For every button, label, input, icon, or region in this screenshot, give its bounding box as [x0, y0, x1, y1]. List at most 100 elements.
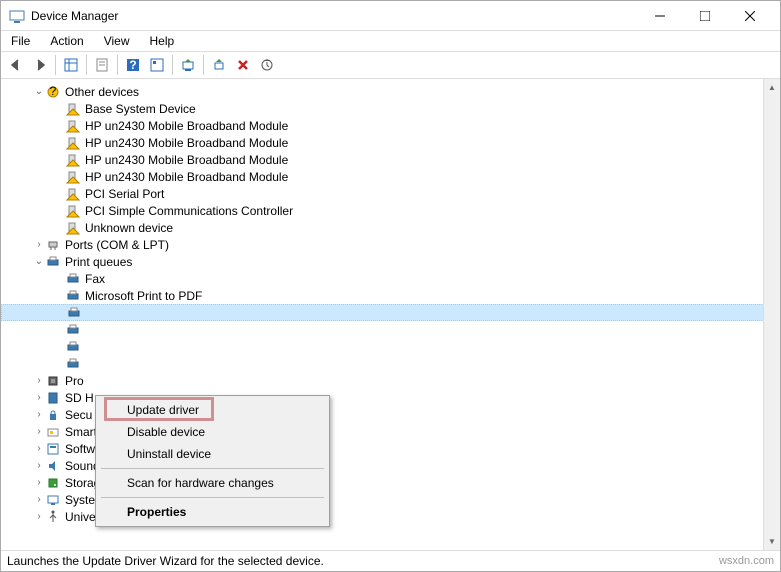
- title-bar: Device Manager: [1, 1, 780, 31]
- enable-device-button[interactable]: [208, 54, 230, 76]
- warning-device-icon: [65, 152, 81, 168]
- tree-label: PCI Serial Port: [85, 187, 164, 201]
- tree-node-ports[interactable]: ›Ports (COM & LPT): [1, 236, 780, 253]
- tree-label: Secu: [65, 408, 92, 422]
- tree-node-processors[interactable]: › Pro: [1, 372, 780, 389]
- show-hide-tree-button[interactable]: [60, 54, 82, 76]
- tree-item-selected[interactable]: [1, 304, 780, 321]
- security-icon: [45, 407, 61, 423]
- menu-item-scan-hardware[interactable]: Scan for hardware changes: [99, 472, 326, 494]
- tree-item[interactable]: [1, 355, 780, 372]
- smartcard-icon: [45, 424, 61, 440]
- tree-item[interactable]: [1, 338, 780, 355]
- menu-item-label: Uninstall device: [127, 447, 211, 461]
- menu-item-disable-device[interactable]: Disable device: [99, 421, 326, 443]
- forward-button[interactable]: [29, 54, 51, 76]
- status-text: Launches the Update Driver Wizard for th…: [7, 554, 324, 568]
- tree-label: Print queues: [65, 255, 132, 269]
- tree-label: SD H: [65, 391, 94, 405]
- printer-icon: [65, 356, 81, 372]
- chevron-right-icon[interactable]: ›: [33, 443, 45, 454]
- menu-file[interactable]: File: [7, 32, 34, 50]
- menu-item-properties[interactable]: Properties: [99, 501, 326, 523]
- chevron-right-icon[interactable]: ›: [33, 477, 45, 488]
- chevron-right-icon[interactable]: ›: [33, 409, 45, 420]
- tree-item[interactable]: HP un2430 Mobile Broadband Module: [1, 117, 780, 134]
- warning-device-icon: [65, 135, 81, 151]
- chevron-right-icon[interactable]: ›: [33, 239, 45, 250]
- system-icon: [45, 492, 61, 508]
- tree-label: Fax: [85, 272, 105, 286]
- menu-item-uninstall-device[interactable]: Uninstall device: [99, 443, 326, 465]
- tree-node-print-queues[interactable]: ⌄ Print queues: [1, 253, 780, 270]
- tree-item[interactable]: PCI Serial Port: [1, 185, 780, 202]
- vertical-scrollbar[interactable]: ▲ ▼: [763, 79, 780, 550]
- menu-view[interactable]: View: [100, 32, 134, 50]
- tree-item[interactable]: HP un2430 Mobile Broadband Module: [1, 168, 780, 185]
- chevron-right-icon[interactable]: ›: [33, 511, 45, 522]
- tree-item[interactable]: HP un2430 Mobile Broadband Module: [1, 134, 780, 151]
- properties-button[interactable]: [91, 54, 113, 76]
- tree-item[interactable]: Unknown device: [1, 219, 780, 236]
- sound-icon: [45, 458, 61, 474]
- tree-item[interactable]: Base System Device: [1, 100, 780, 117]
- ports-icon: [45, 237, 61, 253]
- printer-icon: [66, 305, 82, 321]
- svg-text:?: ?: [129, 58, 136, 72]
- tree-node-other-devices[interactable]: ⌄ ? Other devices: [1, 83, 780, 100]
- tree-area: ⌄ ? Other devices Base System Device HP …: [1, 79, 780, 551]
- printer-icon: [65, 339, 81, 355]
- scan-hardware-button[interactable]: [256, 54, 278, 76]
- tree-item[interactable]: Fax: [1, 270, 780, 287]
- scrollbar-down-button[interactable]: ▼: [764, 533, 780, 550]
- tree-label: HP un2430 Mobile Broadband Module: [85, 170, 288, 184]
- usb-icon: [45, 509, 61, 525]
- menu-item-update-driver[interactable]: Update driver: [99, 399, 326, 421]
- tree-label: HP un2430 Mobile Broadband Module: [85, 136, 288, 150]
- window-title: Device Manager: [31, 9, 637, 23]
- sd-icon: [45, 390, 61, 406]
- chevron-right-icon[interactable]: ›: [33, 375, 45, 386]
- tree-item[interactable]: Microsoft Print to PDF: [1, 287, 780, 304]
- watermark: wsxdn.com: [719, 555, 774, 567]
- uninstall-device-button[interactable]: [232, 54, 254, 76]
- menu-help[interactable]: Help: [146, 32, 179, 50]
- toolbar: ?: [1, 51, 780, 79]
- close-button[interactable]: [727, 2, 772, 30]
- menu-item-label: Update driver: [127, 403, 199, 417]
- menu-item-label: Properties: [127, 505, 186, 519]
- chevron-right-icon[interactable]: ›: [33, 392, 45, 403]
- processor-icon: [45, 373, 61, 389]
- tree-item[interactable]: PCI Simple Communications Controller: [1, 202, 780, 219]
- tree-label: Pro: [65, 374, 84, 388]
- warning-device-icon: [65, 101, 81, 117]
- warning-device-icon: [65, 186, 81, 202]
- chevron-down-icon[interactable]: ⌄: [33, 86, 45, 97]
- svg-text:?: ?: [50, 85, 57, 98]
- warning-device-icon: [65, 220, 81, 236]
- scrollbar-up-button[interactable]: ▲: [764, 79, 780, 96]
- menu-action[interactable]: Action: [46, 32, 87, 50]
- action-icon-button[interactable]: [146, 54, 168, 76]
- device-manager-icon: [9, 8, 25, 24]
- tree-label: PCI Simple Communications Controller: [85, 204, 293, 218]
- software-icon: [45, 441, 61, 457]
- chevron-right-icon[interactable]: ›: [33, 494, 45, 505]
- back-button[interactable]: [5, 54, 27, 76]
- tree-label: Microsoft Print to PDF: [85, 289, 202, 303]
- warning-device-icon: [65, 169, 81, 185]
- chevron-right-icon[interactable]: ›: [33, 426, 45, 437]
- help-button[interactable]: ?: [122, 54, 144, 76]
- maximize-button[interactable]: [682, 2, 727, 30]
- warning-device-icon: [65, 118, 81, 134]
- update-driver-button[interactable]: [177, 54, 199, 76]
- tree-label: HP un2430 Mobile Broadband Module: [85, 153, 288, 167]
- chevron-right-icon[interactable]: ›: [33, 460, 45, 471]
- storage-icon: [45, 475, 61, 491]
- minimize-button[interactable]: [637, 2, 682, 30]
- menu-item-label: Scan for hardware changes: [127, 476, 274, 490]
- chevron-down-icon[interactable]: ⌄: [33, 256, 45, 267]
- tree-item[interactable]: HP un2430 Mobile Broadband Module: [1, 151, 780, 168]
- printer-icon: [65, 322, 81, 338]
- tree-item[interactable]: [1, 321, 780, 338]
